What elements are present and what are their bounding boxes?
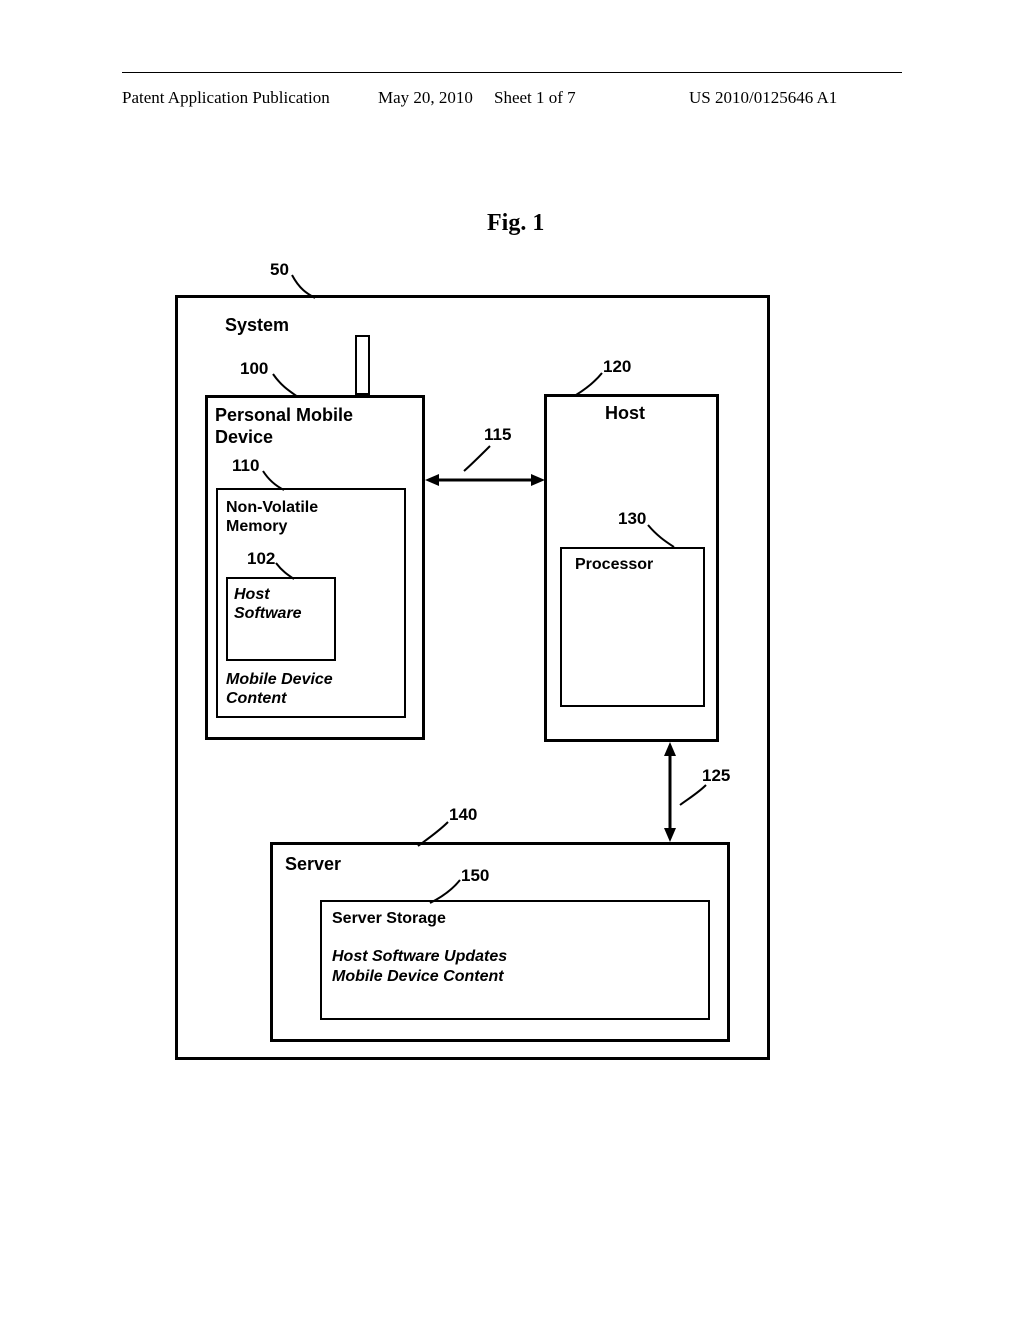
header-date: May 20, 2010 (378, 88, 473, 108)
processor-label: Processor (575, 556, 653, 574)
host-label: Host (605, 403, 645, 424)
page-root: Patent Application Publication May 20, 2… (0, 0, 1024, 1320)
mdc2-label: Mobile Device Content (332, 968, 504, 986)
mdc-label: Mobile Device Content (226, 670, 386, 708)
hostsw-label: Host Software (234, 585, 324, 623)
leader-host (568, 357, 618, 397)
leader-hostsw (264, 549, 304, 579)
header-pub-number: US 2010/0125646 A1 (689, 88, 837, 108)
nvm-label: Non-Volatile Memory (226, 498, 366, 536)
arrow-pmd-host (425, 470, 545, 490)
pmd-antenna (355, 335, 370, 395)
hsu-label: Host Software Updates (332, 948, 507, 966)
pmd-label: Personal Mobile Device (215, 405, 385, 448)
leader-pmd (258, 359, 318, 399)
system-label: System (225, 315, 289, 336)
header-rule (122, 72, 902, 73)
server-label: Server (285, 854, 341, 875)
leader-link-125 (672, 779, 712, 809)
header-sheet: Sheet 1 of 7 (494, 88, 576, 108)
server-storage-label: Server Storage (332, 910, 446, 928)
header-pub-type: Patent Application Publication (122, 88, 330, 108)
leader-system (280, 260, 340, 300)
leader-nvm (248, 456, 298, 491)
figure-title: Fig. 1 (487, 210, 544, 237)
leader-processor (636, 509, 686, 549)
